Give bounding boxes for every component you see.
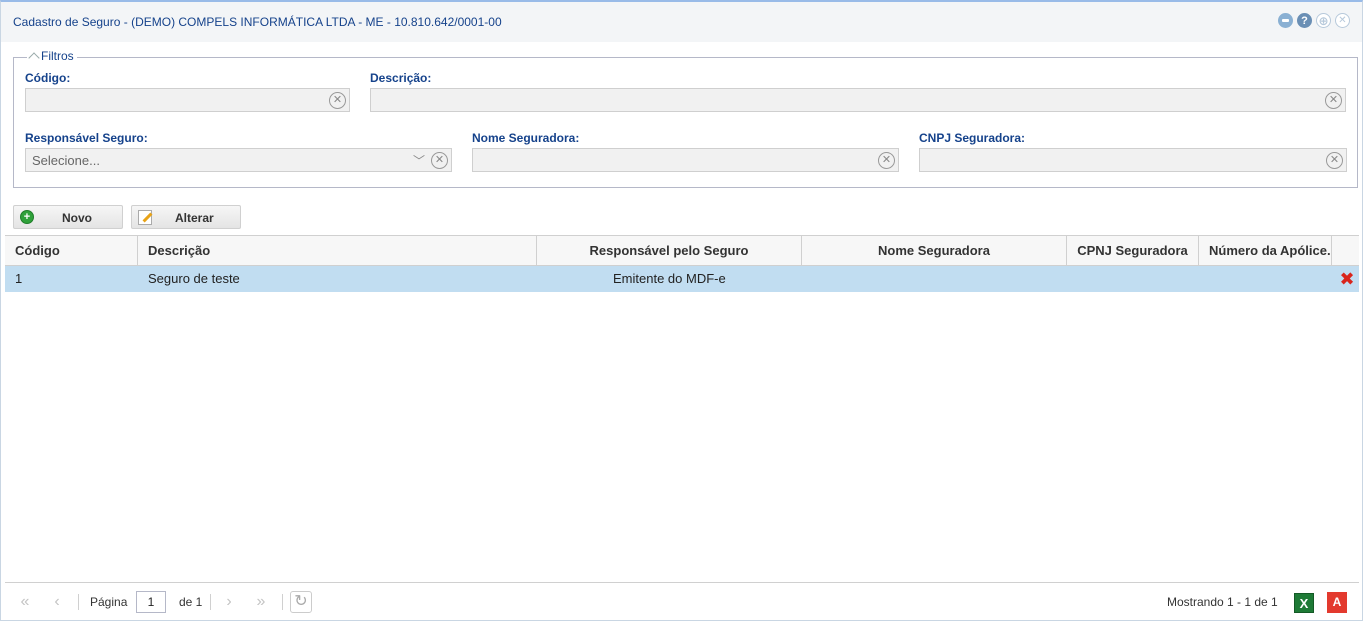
nome-seguradora-clear-icon[interactable]: ✕ (878, 152, 895, 169)
codigo-clear-icon[interactable]: ✕ (329, 92, 346, 109)
export-pdf-icon[interactable]: A (1327, 592, 1347, 613)
minimize-icon[interactable] (1278, 13, 1293, 28)
pager-separator (78, 594, 79, 610)
cell-codigo: 1 (15, 271, 23, 286)
responsavel-placeholder: Selecione... (32, 153, 100, 168)
add-icon: + (20, 210, 34, 224)
window-tools: ? ⊕ ✕ (1278, 13, 1350, 28)
alterar-button-label: Alterar (175, 211, 214, 225)
delete-icon[interactable]: ✖ (1339, 270, 1355, 288)
cnpj-seguradora-input[interactable]: ✕ (919, 148, 1347, 172)
cell-numero-apolice (1199, 266, 1332, 292)
grid-header: Código Descrição Responsável pelo Seguro… (5, 235, 1359, 266)
column-header-codigo[interactable]: Código (5, 236, 138, 265)
nome-seguradora-input[interactable]: ✕ (472, 148, 899, 172)
cnpj-seguradora-clear-icon[interactable]: ✕ (1326, 152, 1343, 169)
help-icon[interactable]: ? (1297, 13, 1312, 28)
novo-button[interactable]: + Novo (13, 205, 123, 229)
page-total-label: de 1 (179, 595, 203, 609)
pager-separator (282, 594, 283, 610)
codigo-input[interactable]: ✕ (25, 88, 350, 112)
filters-legend[interactable]: Filtros (27, 49, 77, 64)
edit-icon (138, 210, 152, 225)
cell-cnpj-seguradora (1067, 266, 1199, 292)
prev-page-icon[interactable]: ‹ (45, 591, 69, 613)
filters-fieldset: Filtros Código: ✕ Descrição: ✕ Responsáv… (13, 49, 1358, 188)
close-icon[interactable]: ✕ (1335, 13, 1350, 28)
collapse-chevron-icon[interactable] (28, 52, 40, 64)
column-header-cnpj-seguradora[interactable]: CPNJ Seguradora (1067, 236, 1199, 265)
cell-descricao: Seguro de teste (148, 271, 240, 286)
column-header-nome-seguradora[interactable]: Nome Seguradora (802, 236, 1067, 265)
window-titlebar: Cadastro de Seguro - (DEMO) COMPELS INFO… (1, 2, 1362, 42)
chevron-down-icon[interactable]: ﹀ (413, 152, 425, 169)
cnpj-seguradora-label: CNPJ Seguradora: (919, 131, 1026, 145)
descricao-clear-icon[interactable]: ✕ (1325, 92, 1342, 109)
refresh-icon[interactable]: ↻ (290, 591, 312, 613)
insurance-registry-window: Cadastro de Seguro - (DEMO) COMPELS INFO… (0, 0, 1363, 621)
column-header-responsavel[interactable]: Responsável pelo Seguro (537, 236, 802, 265)
pager-separator (210, 594, 211, 610)
alterar-button[interactable]: Alterar (131, 205, 241, 229)
window-title: Cadastro de Seguro - (DEMO) COMPELS INFO… (13, 15, 502, 29)
column-header-descricao[interactable]: Descrição (138, 236, 537, 265)
pager-summary: Mostrando 1 - 1 de 1 (1167, 595, 1278, 609)
nome-seguradora-label: Nome Seguradora: (472, 131, 580, 145)
codigo-label: Código: (25, 71, 71, 85)
cell-nome-seguradora (802, 266, 1067, 292)
filters-legend-label: Filtros (41, 49, 74, 63)
column-header-numero-apolice[interactable]: Número da Apólice. (1199, 236, 1332, 265)
responsavel-label: Responsável Seguro: (25, 131, 148, 145)
maximize-icon[interactable]: ⊕ (1316, 13, 1331, 28)
table-row[interactable]: 1 Seguro de teste Emitente do MDF-e ✖ (5, 266, 1359, 292)
responsavel-clear-icon[interactable]: ✕ (431, 152, 448, 169)
next-page-icon[interactable]: › (217, 591, 241, 613)
responsavel-select[interactable]: Selecione... ﹀ ✕ (25, 148, 452, 172)
export-excel-icon[interactable]: X (1294, 593, 1314, 613)
page-number-input[interactable]: 1 (136, 591, 166, 613)
pagination-bar: « ‹ Página 1 de 1 › » ↻ Mostrando 1 - 1 … (5, 582, 1359, 620)
last-page-icon[interactable]: » (249, 591, 273, 613)
descricao-label: Descrição: (370, 71, 432, 85)
descricao-input[interactable]: ✕ (370, 88, 1346, 112)
novo-button-label: Novo (62, 211, 92, 225)
first-page-icon[interactable]: « (13, 591, 37, 613)
page-label: Página (90, 595, 128, 609)
